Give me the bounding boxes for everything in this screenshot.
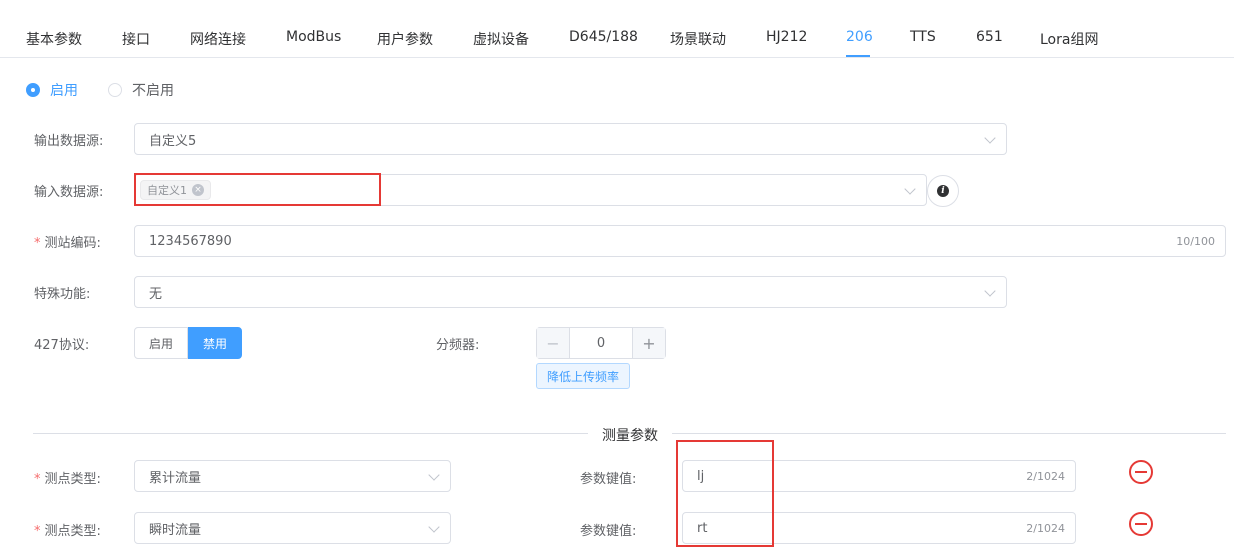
info-button[interactable]: i xyxy=(927,175,959,207)
measure-type-value: 瞬时流量 xyxy=(149,522,202,538)
divider-value[interactable]: 0 xyxy=(570,328,632,358)
radio-unchecked-icon xyxy=(108,83,122,97)
station-code-label: * 测站编码: xyxy=(34,232,101,251)
input-source-tag-text: 自定义1 xyxy=(147,184,187,197)
input-source-select[interactable]: 自定义1 × xyxy=(134,174,927,206)
tab-hj212[interactable]: HJ212 xyxy=(766,29,807,45)
reduce-upload-frequency-button[interactable]: 降低上传频率 xyxy=(536,363,630,389)
required-mark: * xyxy=(34,524,41,539)
tab-lora[interactable]: Lora组网 xyxy=(1040,29,1098,49)
param-key-value: lj xyxy=(697,468,705,484)
tab-651[interactable]: 651 xyxy=(976,29,1003,45)
radio-disable[interactable]: 不启用 xyxy=(108,80,174,100)
required-mark: * xyxy=(34,236,41,251)
radio-disable-label: 不启用 xyxy=(132,83,174,99)
param-key-label: 参数键值: xyxy=(580,524,637,539)
measure-type-select[interactable]: 累计流量 xyxy=(134,460,451,492)
protocol-427-label: 427协议: xyxy=(34,338,90,353)
tab-bar: 基本参数 接口 网络连接 ModBus 用户参数 虚拟设备 D645/188 场… xyxy=(0,0,1234,58)
tab-modbus[interactable]: ModBus xyxy=(286,29,341,45)
chevron-down-icon xyxy=(428,469,440,481)
measure-type-value: 累计流量 xyxy=(149,470,202,486)
chevron-down-icon xyxy=(984,285,996,297)
measure-section-title: 测量参数 xyxy=(588,425,672,445)
param-key-input[interactable]: lj 2/1024 xyxy=(682,460,1076,492)
tab-interface[interactable]: 接口 xyxy=(122,29,150,49)
tab-user-params[interactable]: 用户参数 xyxy=(377,29,433,49)
special-function-label: 特殊功能: xyxy=(34,287,91,302)
divider-stepper: − 0 + xyxy=(536,327,666,359)
tag-close-icon[interactable]: × xyxy=(192,184,204,196)
decrement-button[interactable]: − xyxy=(537,328,570,358)
param-key-label: 参数键值: xyxy=(580,472,637,487)
divider-label: 分频器: xyxy=(436,338,480,353)
param-key-value: rt xyxy=(697,520,708,536)
output-source-select[interactable]: 自定义5 xyxy=(134,123,1007,155)
tab-d645[interactable]: D645/188 xyxy=(569,29,638,45)
station-code-input[interactable]: 1234567890 10/100 xyxy=(134,225,1226,257)
output-source-value: 自定义5 xyxy=(149,133,197,149)
required-mark: * xyxy=(34,472,41,487)
special-function-select[interactable]: 无 xyxy=(134,276,1007,308)
special-function-value: 无 xyxy=(149,286,163,302)
chevron-down-icon xyxy=(984,132,996,144)
tab-network[interactable]: 网络连接 xyxy=(190,29,246,49)
protocol-427-toggle: 启用 禁用 xyxy=(134,327,243,359)
protocol-427-enable-button[interactable]: 启用 xyxy=(134,327,189,359)
radio-checked-icon xyxy=(26,83,40,97)
measure-type-label-text: 测点类型: xyxy=(44,524,101,539)
output-source-label: 输出数据源: xyxy=(34,134,104,149)
station-code-counter: 10/100 xyxy=(1176,235,1215,248)
measure-type-label: * 测点类型: xyxy=(34,468,101,487)
chevron-down-icon xyxy=(428,521,440,533)
param-key-counter: 2/1024 xyxy=(1026,470,1065,483)
increment-button[interactable]: + xyxy=(632,328,665,358)
measure-type-label: * 测点类型: xyxy=(34,520,101,539)
radio-enable[interactable]: 启用 xyxy=(26,80,78,100)
protocol-427-disable-button[interactable]: 禁用 xyxy=(188,327,243,359)
info-icon: i xyxy=(937,185,949,197)
station-code-label-text: 测站编码: xyxy=(44,236,101,251)
measure-type-select[interactable]: 瞬时流量 xyxy=(134,512,451,544)
radio-enable-label: 启用 xyxy=(50,83,78,99)
measure-type-label-text: 测点类型: xyxy=(44,472,101,487)
input-source-tag: 自定义1 × xyxy=(140,180,211,200)
input-source-label: 输入数据源: xyxy=(34,185,104,200)
tab-basic-params[interactable]: 基本参数 xyxy=(26,29,82,49)
param-key-counter: 2/1024 xyxy=(1026,522,1065,535)
station-code-value: 1234567890 xyxy=(149,233,232,249)
active-tab-indicator xyxy=(846,55,870,57)
remove-circle-icon[interactable] xyxy=(1129,460,1153,484)
tab-virtual-device[interactable]: 虚拟设备 xyxy=(473,29,529,49)
tab-tts[interactable]: TTS xyxy=(910,29,936,45)
chevron-down-icon xyxy=(904,183,916,195)
tab-206[interactable]: 206 xyxy=(846,29,873,45)
param-key-input[interactable]: rt 2/1024 xyxy=(682,512,1076,544)
remove-circle-icon[interactable] xyxy=(1129,512,1153,536)
tab-scene-linkage[interactable]: 场景联动 xyxy=(670,29,726,49)
